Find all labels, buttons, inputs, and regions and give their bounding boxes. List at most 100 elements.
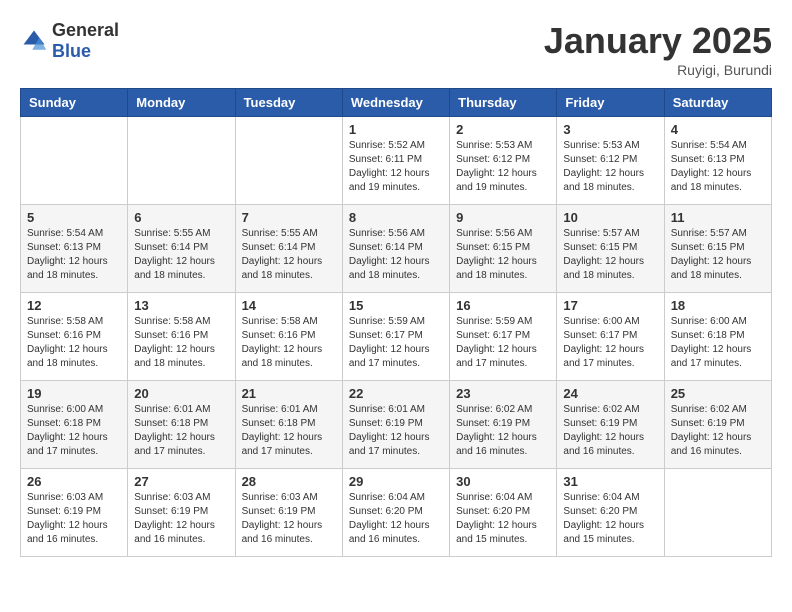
day-info: Sunrise: 5:58 AM Sunset: 6:16 PM Dayligh… [27, 315, 121, 371]
day-number: 9 [456, 210, 550, 225]
day-info: Sunrise: 5:55 AM Sunset: 6:14 PM Dayligh… [242, 227, 336, 283]
day-number: 25 [671, 386, 765, 401]
day-of-week-header: Sunday [21, 89, 128, 117]
calendar-cell: 8Sunrise: 5:56 AM Sunset: 6:14 PM Daylig… [342, 205, 449, 293]
calendar-cell: 21 Sunrise: 6:01 AM Sunset: 6:18 PM Dayli… [235, 381, 342, 469]
page-header: General Blue January 2025 Ruyigi, Burund… [20, 20, 772, 78]
calendar-cell: 27Sunrise: 6:03 AM Sunset: 6:19 PM Dayli… [128, 469, 235, 557]
day-number: 18 [671, 298, 765, 313]
calendar-week-row: 1 Sunrise: 5:52 AM Sunset: 6:11 PM Daylig… [21, 117, 772, 205]
calendar-cell: 29 Sunrise: 6:04 AM Sunset: 6:20 PM Dayli… [342, 469, 449, 557]
day-info: Sunrise: 5:56 AM Sunset: 6:14 PM Dayligh… [349, 227, 443, 283]
calendar-cell [235, 117, 342, 205]
calendar-cell [128, 117, 235, 205]
calendar-cell: 11 Sunrise: 5:57 AM Sunset: 6:15 PM Dayli… [664, 205, 771, 293]
day-info: Sunrise: 5:52 AM Sunset: 6:11 PM Dayligh… [349, 139, 443, 195]
day-info: Sunrise: 5:53 AM Sunset: 6:12 PM Dayligh… [563, 139, 657, 195]
calendar-week-row: 12 Sunrise: 5:58 AM Sunset: 6:16 PM Dayli… [21, 293, 772, 381]
calendar-cell: 20 Sunrise: 6:01 AM Sunset: 6:18 PM Dayli… [128, 381, 235, 469]
day-number: 5 [27, 210, 121, 225]
calendar-cell: 4Sunrise: 5:54 AM Sunset: 6:13 PM Daylig… [664, 117, 771, 205]
calendar-week-row: 5 Sunrise: 5:54 AM Sunset: 6:13 PM Daylig… [21, 205, 772, 293]
day-of-week-header: Monday [128, 89, 235, 117]
day-number: 12 [27, 298, 121, 313]
calendar-cell: 3 Sunrise: 5:53 AM Sunset: 6:12 PM Daylig… [557, 117, 664, 205]
day-info: Sunrise: 6:00 AM Sunset: 6:17 PM Dayligh… [563, 315, 657, 371]
day-info: Sunrise: 5:57 AM Sunset: 6:15 PM Dayligh… [563, 227, 657, 283]
day-number: 29 [349, 474, 443, 489]
day-number: 24 [563, 386, 657, 401]
calendar-cell: 13Sunrise: 5:58 AM Sunset: 6:16 PM Dayli… [128, 293, 235, 381]
day-number: 17 [563, 298, 657, 313]
calendar-cell: 30Sunrise: 6:04 AM Sunset: 6:20 PM Dayli… [450, 469, 557, 557]
calendar-cell: 2Sunrise: 5:53 AM Sunset: 6:12 PM Daylig… [450, 117, 557, 205]
day-of-week-header: Friday [557, 89, 664, 117]
day-number: 6 [134, 210, 228, 225]
day-info: Sunrise: 5:56 AM Sunset: 6:15 PM Dayligh… [456, 227, 550, 283]
calendar-cell: 6 Sunrise: 5:55 AM Sunset: 6:14 PM Daylig… [128, 205, 235, 293]
logo-general: General [52, 20, 119, 40]
calendar-header-row: SundayMondayTuesdayWednesdayThursdayFrid… [21, 89, 772, 117]
calendar-cell: 22 Sunrise: 6:01 AM Sunset: 6:19 PM Dayli… [342, 381, 449, 469]
calendar-cell: 10Sunrise: 5:57 AM Sunset: 6:15 PM Dayli… [557, 205, 664, 293]
day-number: 30 [456, 474, 550, 489]
calendar-cell: 24 Sunrise: 6:02 AM Sunset: 6:19 PM Dayli… [557, 381, 664, 469]
day-info: Sunrise: 5:57 AM Sunset: 6:15 PM Dayligh… [671, 227, 765, 283]
day-info: Sunrise: 6:02 AM Sunset: 6:19 PM Dayligh… [671, 403, 765, 459]
calendar-cell: 28 Sunrise: 6:03 AM Sunset: 6:19 PM Dayli… [235, 469, 342, 557]
day-number: 21 [242, 386, 336, 401]
logo-icon [20, 27, 48, 55]
calendar-cell: 1 Sunrise: 5:52 AM Sunset: 6:11 PM Daylig… [342, 117, 449, 205]
day-number: 1 [349, 122, 443, 137]
calendar-cell: 5 Sunrise: 5:54 AM Sunset: 6:13 PM Daylig… [21, 205, 128, 293]
day-number: 26 [27, 474, 121, 489]
day-info: Sunrise: 6:03 AM Sunset: 6:19 PM Dayligh… [242, 491, 336, 547]
day-info: Sunrise: 6:01 AM Sunset: 6:18 PM Dayligh… [242, 403, 336, 459]
day-info: Sunrise: 6:00 AM Sunset: 6:18 PM Dayligh… [671, 315, 765, 371]
day-number: 27 [134, 474, 228, 489]
day-of-week-header: Thursday [450, 89, 557, 117]
day-of-week-header: Wednesday [342, 89, 449, 117]
day-number: 22 [349, 386, 443, 401]
day-number: 13 [134, 298, 228, 313]
calendar-cell: 14Sunrise: 5:58 AM Sunset: 6:16 PM Dayli… [235, 293, 342, 381]
calendar-cell: 26 Sunrise: 6:03 AM Sunset: 6:19 PM Dayli… [21, 469, 128, 557]
calendar-week-row: 26 Sunrise: 6:03 AM Sunset: 6:19 PM Dayli… [21, 469, 772, 557]
day-info: Sunrise: 5:54 AM Sunset: 6:13 PM Dayligh… [27, 227, 121, 283]
day-number: 2 [456, 122, 550, 137]
day-info: Sunrise: 5:54 AM Sunset: 6:13 PM Dayligh… [671, 139, 765, 195]
day-number: 28 [242, 474, 336, 489]
day-number: 19 [27, 386, 121, 401]
calendar-subtitle: Ruyigi, Burundi [544, 62, 772, 78]
day-number: 14 [242, 298, 336, 313]
day-number: 20 [134, 386, 228, 401]
calendar-cell: 17 Sunrise: 6:00 AM Sunset: 6:17 PM Dayli… [557, 293, 664, 381]
calendar-cell: 31Sunrise: 6:04 AM Sunset: 6:20 PM Dayli… [557, 469, 664, 557]
calendar-cell: 18 Sunrise: 6:00 AM Sunset: 6:18 PM Dayli… [664, 293, 771, 381]
day-number: 15 [349, 298, 443, 313]
day-number: 3 [563, 122, 657, 137]
day-info: Sunrise: 6:01 AM Sunset: 6:19 PM Dayligh… [349, 403, 443, 459]
day-number: 7 [242, 210, 336, 225]
day-info: Sunrise: 6:02 AM Sunset: 6:19 PM Dayligh… [456, 403, 550, 459]
calendar-cell: 7 Sunrise: 5:55 AM Sunset: 6:14 PM Daylig… [235, 205, 342, 293]
day-info: Sunrise: 6:04 AM Sunset: 6:20 PM Dayligh… [349, 491, 443, 547]
day-number: 16 [456, 298, 550, 313]
calendar-week-row: 19 Sunrise: 6:00 AM Sunset: 6:18 PM Dayli… [21, 381, 772, 469]
calendar-table: SundayMondayTuesdayWednesdayThursdayFrid… [20, 88, 772, 557]
calendar-title: January 2025 [544, 20, 772, 62]
day-info: Sunrise: 6:00 AM Sunset: 6:18 PM Dayligh… [27, 403, 121, 459]
day-info: Sunrise: 6:02 AM Sunset: 6:19 PM Dayligh… [563, 403, 657, 459]
logo: General Blue [20, 20, 119, 62]
calendar-cell: 16Sunrise: 5:59 AM Sunset: 6:17 PM Dayli… [450, 293, 557, 381]
day-info: Sunrise: 6:04 AM Sunset: 6:20 PM Dayligh… [563, 491, 657, 547]
day-number: 23 [456, 386, 550, 401]
day-number: 11 [671, 210, 765, 225]
calendar-cell: 12 Sunrise: 5:58 AM Sunset: 6:16 PM Dayli… [21, 293, 128, 381]
day-info: Sunrise: 5:55 AM Sunset: 6:14 PM Dayligh… [134, 227, 228, 283]
calendar-cell: 15Sunrise: 5:59 AM Sunset: 6:17 PM Dayli… [342, 293, 449, 381]
calendar-cell [21, 117, 128, 205]
day-of-week-header: Saturday [664, 89, 771, 117]
day-info: Sunrise: 6:03 AM Sunset: 6:19 PM Dayligh… [27, 491, 121, 547]
day-info: Sunrise: 6:01 AM Sunset: 6:18 PM Dayligh… [134, 403, 228, 459]
